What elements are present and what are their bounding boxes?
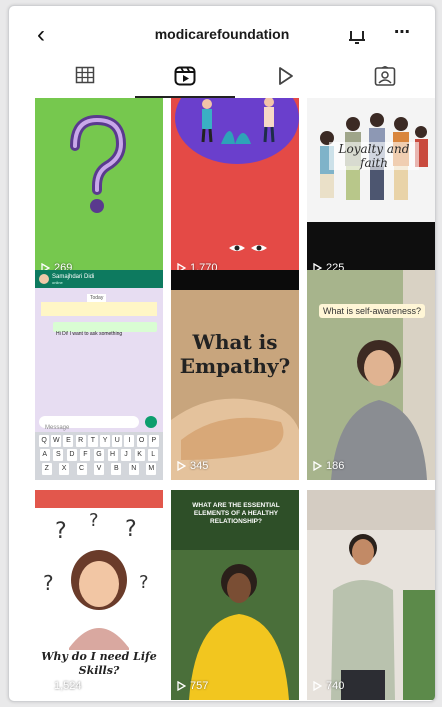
hands-illustration: [171, 290, 299, 480]
chat-input-placeholder: Message: [45, 425, 70, 431]
play-count-icon: [177, 461, 186, 471]
keyboard: QWERTYUIOP ASDFGHJKL ZXCVBNM: [35, 432, 163, 480]
reel-caption: Why do I need Life Skills?: [35, 650, 163, 678]
reel-thumbnail-healthy-relationship[interactable]: WHAT ARE THE ESSENTIAL ELEMENTS OF A HEA…: [171, 490, 299, 700]
reel-caption: WHAT ARE THE ESSENTIAL ELEMENTS OF A HEA…: [192, 502, 280, 525]
play-count-icon: [41, 681, 50, 691]
view-count: 740: [313, 680, 344, 692]
reel-thumbnail-man-speaking[interactable]: 740: [307, 490, 435, 700]
app-screen: ‹ modicarefoundation ⋯ 269 1,770 Loyalty…: [8, 5, 436, 702]
view-count-value: 345: [190, 460, 209, 472]
question-mark-illustration: [70, 114, 127, 213]
view-count-value: 1,524: [54, 680, 82, 692]
reels-icon: [174, 66, 196, 91]
more-options-icon[interactable]: ⋯: [394, 22, 411, 42]
reels-grid: 269 1,770 Loyalty and faith 225 Samajhda…: [35, 98, 435, 700]
profile-tabs: [35, 62, 435, 98]
man-photo: [307, 490, 435, 700]
black-bar: [171, 270, 299, 290]
reel-caption: What is Empathy?: [179, 330, 291, 378]
svg-text:?: ?: [55, 519, 67, 544]
chat-input-bar: Message: [39, 416, 139, 431]
view-count: 1,524: [41, 680, 82, 692]
reel-thumbnail-loyalty-faith[interactable]: Loyalty and faith 225: [307, 98, 435, 282]
svg-text:?: ?: [139, 572, 149, 593]
profile-header: ‹ modicarefoundation ⋯: [9, 6, 435, 62]
chat-contact-status: online: [52, 279, 63, 285]
avatar: [39, 274, 49, 284]
svg-text:?: ?: [125, 517, 137, 542]
chat-message-bubble: Hi Di! I want to ask something: [53, 322, 157, 337]
woman-thinking-photo: [307, 270, 435, 480]
tab-reels[interactable]: [135, 66, 235, 98]
chat-day-label: Today: [87, 294, 107, 302]
play-count-icon: [177, 681, 186, 691]
view-count-value: 757: [190, 680, 209, 692]
people-circle-illustration: [175, 98, 299, 251]
chat-message-text: Hi Di! I want to ask something: [56, 331, 123, 337]
view-count: 186: [313, 460, 344, 472]
chat-encryption-notice: [41, 302, 157, 316]
profile-username: modicarefoundation: [154, 26, 290, 42]
tagged-icon: [374, 65, 396, 91]
view-count: 345: [177, 460, 208, 472]
chat-header: Samajhdari Didi online: [35, 270, 163, 288]
reel-thumbnail-self-awareness[interactable]: What is self-awareness? 186: [307, 270, 435, 480]
reel-thumbnail-chat[interactable]: Samajhdari Didi online Today Hi Di! I wa…: [35, 270, 163, 480]
view-count-value: 186: [326, 460, 345, 472]
tab-tagged[interactable]: [335, 65, 435, 98]
svg-text:?: ?: [89, 510, 99, 531]
tab-grid[interactable]: [35, 66, 135, 98]
play-icon: [275, 66, 295, 91]
play-count-icon: [313, 461, 322, 471]
reel-thumbnail-question-mark[interactable]: 269: [35, 98, 163, 282]
red-banner: [35, 490, 163, 508]
reel-thumbnail-life-skills[interactable]: ? ? ? ? ? Why do I need Life Skills? 1,5…: [35, 490, 163, 700]
reel-thumbnail-people-circle[interactable]: 1,770: [171, 98, 299, 282]
play-count-icon: [313, 681, 322, 691]
reel-caption: Loyalty and faith: [329, 142, 419, 170]
reel-thumbnail-empathy[interactable]: What is Empathy? 345: [171, 270, 299, 480]
view-count-value: 740: [326, 680, 345, 692]
tab-videos[interactable]: [235, 66, 335, 98]
group-illustration: [307, 113, 435, 282]
view-count: 757: [177, 680, 208, 692]
reel-caption: What is self-awareness?: [319, 304, 426, 318]
grid-icon: [75, 66, 95, 89]
notification-bell-icon[interactable]: [347, 26, 367, 49]
send-icon: [145, 416, 157, 428]
svg-text:?: ?: [43, 571, 54, 595]
